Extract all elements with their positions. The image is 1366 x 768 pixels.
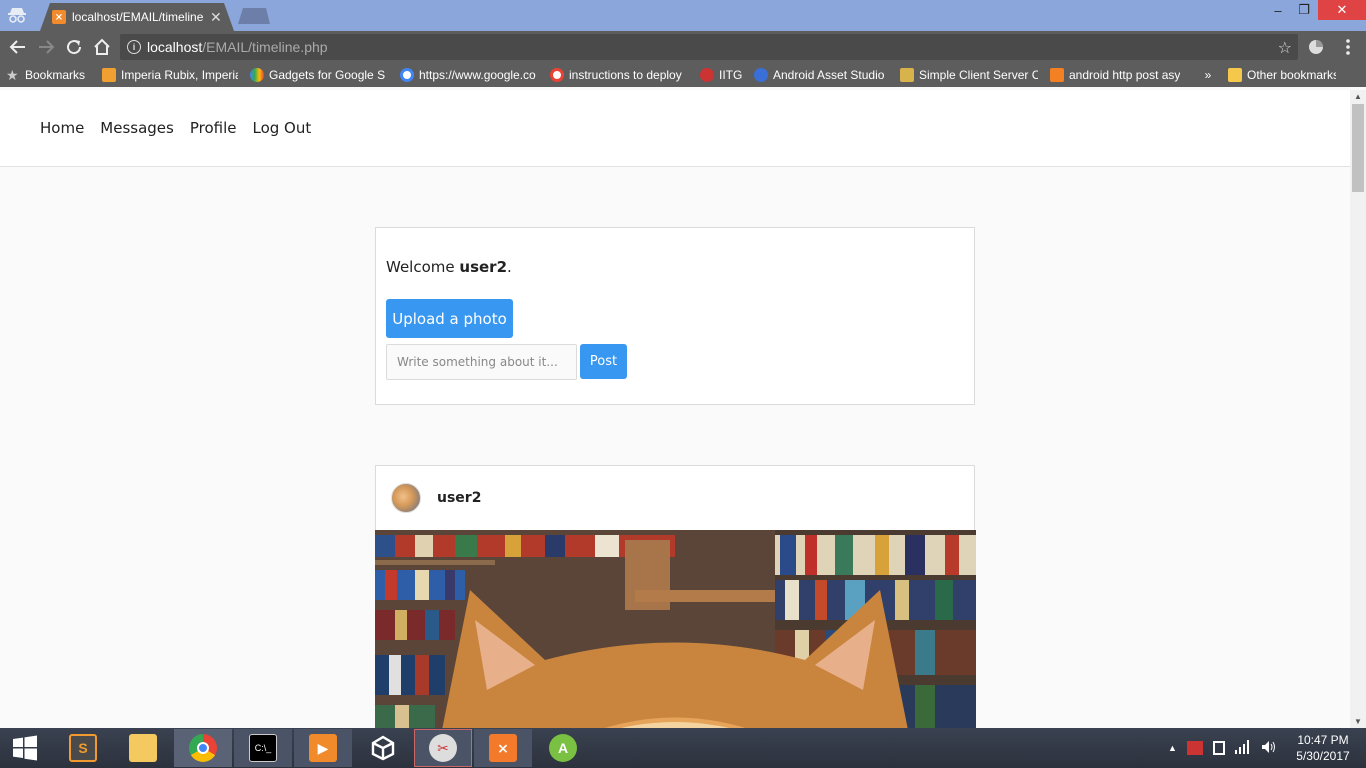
nav-profile-link[interactable]: Profile [190, 119, 237, 137]
unity-icon [369, 734, 397, 762]
menu-kebab-icon[interactable] [1336, 35, 1360, 59]
system-tray: ▲ [1168, 728, 1277, 768]
taskbar-chrome[interactable] [174, 729, 232, 767]
star-icon: ★ [6, 67, 19, 83]
google-icon [550, 68, 564, 82]
minimize-button[interactable]: – [1264, 0, 1292, 20]
scrollbar-thumb[interactable] [1352, 104, 1364, 192]
timeline-post: user2 [375, 465, 976, 765]
nav-home-link[interactable]: Home [40, 119, 84, 137]
site-navbar: Home Messages Profile Log Out [0, 90, 1350, 167]
command-prompt-icon: C:\_ [249, 734, 277, 762]
address-bar[interactable]: i localhost/EMAIL/timeline.php ☆ [120, 34, 1298, 60]
asset-studio-icon [754, 68, 768, 82]
extension-icon[interactable] [1304, 35, 1328, 59]
network-signal-icon[interactable] [1234, 739, 1251, 757]
taskbar-sublime-text[interactable]: S [54, 729, 112, 767]
google-icon [400, 68, 414, 82]
clock-time: 10:47 PM [1297, 733, 1349, 747]
tab-title: localhost/EMAIL/timeline.php [72, 10, 204, 24]
post-button[interactable]: Post [580, 344, 627, 379]
android-studio-icon: A [549, 734, 577, 762]
stackoverflow-icon [1050, 68, 1064, 82]
nav-messages-link[interactable]: Messages [100, 119, 174, 137]
show-hidden-icons-chevron-icon[interactable]: ▲ [1168, 743, 1177, 753]
reload-icon[interactable] [62, 35, 86, 59]
start-button[interactable] [0, 728, 50, 768]
other-bookmarks[interactable]: Other bookmarks [1222, 63, 1342, 87]
url-text: localhost/EMAIL/timeline.php [147, 39, 328, 55]
home-icon[interactable] [90, 35, 114, 59]
bookmark-imperia[interactable]: Imperia Rubix, Imperia [96, 63, 244, 87]
volume-icon[interactable] [1261, 740, 1277, 757]
server-icon [900, 68, 914, 82]
windows-taskbar: S C:\_ ▶ ✂ ⨯ A ▲ 10:47 PM 5/30/2017 [0, 728, 1366, 768]
taskbar-android-studio[interactable]: A [534, 729, 592, 767]
browser-toolbar: i localhost/EMAIL/timeline.php ☆ [0, 31, 1366, 63]
battery-icon[interactable] [1212, 741, 1225, 755]
post-header: user2 [376, 466, 974, 530]
bookmark-simple-client[interactable]: Simple Client Server C [894, 63, 1044, 87]
browser-titlebar: ⨯ localhost/EMAIL/timeline.php ✕ – ❐ ✕ [0, 0, 1366, 31]
forward-arrow-icon[interactable] [34, 35, 58, 59]
info-icon[interactable]: i [127, 40, 141, 54]
taskbar-command-prompt[interactable]: C:\_ [234, 729, 292, 767]
welcome-text: Welcome user2. [386, 258, 512, 276]
chrome-icon [189, 734, 217, 762]
bookmark-star-icon[interactable]: ☆ [1278, 38, 1292, 58]
taskbar-snipping-tool[interactable]: ✂ [414, 729, 472, 767]
bookmarks-bar: ★ Bookmarks Imperia Rubix, Imperia Gadge… [0, 63, 1366, 87]
scroll-up-arrow-icon[interactable]: ▲ [1354, 92, 1362, 101]
bookmarks-overflow-chevron-icon[interactable]: » [1194, 63, 1222, 87]
gadgets-icon [250, 68, 264, 82]
taskbar-unity[interactable] [354, 729, 412, 767]
back-arrow-icon[interactable] [6, 35, 30, 59]
snipping-tool-icon: ✂ [429, 734, 457, 762]
tray-app-icon[interactable] [1186, 741, 1203, 755]
media-player-icon: ▶ [309, 734, 337, 762]
page-scrollbar[interactable]: ▲ ▼ [1350, 90, 1366, 728]
bookmark-asset-studio[interactable]: Android Asset Studio [748, 63, 894, 87]
taskbar-clock[interactable]: 10:47 PM 5/30/2017 [1290, 732, 1356, 764]
restore-button[interactable]: ❐ [1290, 0, 1318, 20]
new-tab-button[interactable] [238, 8, 270, 24]
avatar[interactable] [391, 483, 421, 513]
nav-logout-link[interactable]: Log Out [253, 119, 312, 137]
bookmark-google-url[interactable]: https://www.google.co [394, 63, 544, 87]
imperia-icon [102, 68, 116, 82]
taskbar-media-player[interactable]: ▶ [294, 729, 352, 767]
browser-tab-active[interactable]: ⨯ localhost/EMAIL/timeline.php ✕ [40, 3, 234, 31]
welcome-username: user2 [459, 258, 508, 276]
bookmark-gadgets[interactable]: Gadgets for Google S [244, 63, 394, 87]
post-caption-input[interactable] [386, 344, 577, 380]
bookmark-iitg[interactable]: IITG [694, 63, 748, 87]
close-window-button[interactable]: ✕ [1318, 0, 1366, 20]
clock-date: 5/30/2017 [1296, 749, 1350, 763]
upload-photo-button[interactable]: Upload a photo [386, 299, 513, 338]
folder-icon [129, 734, 157, 762]
bookmark-android-http[interactable]: android http post asy [1044, 63, 1194, 87]
taskbar-file-explorer[interactable] [114, 729, 172, 767]
welcome-card: Welcome user2. Upload a photo Post [375, 227, 975, 405]
tab-close-icon[interactable]: ✕ [210, 9, 222, 26]
web-page: Home Messages Profile Log Out Welcome us… [0, 90, 1350, 765]
iitg-icon [700, 68, 714, 82]
taskbar-xampp[interactable]: ⨯ [474, 729, 532, 767]
sublime-text-icon: S [69, 734, 97, 762]
scroll-down-arrow-icon[interactable]: ▼ [1354, 717, 1362, 726]
xampp-icon: ⨯ [489, 734, 517, 762]
post-username[interactable]: user2 [437, 490, 481, 506]
bookmark-instructions[interactable]: instructions to deploy [544, 63, 694, 87]
incognito-icon [4, 3, 30, 27]
folder-icon [1228, 68, 1242, 82]
bookmarks-button[interactable]: ★ Bookmarks [0, 63, 96, 87]
xampp-favicon-icon: ⨯ [52, 10, 66, 24]
